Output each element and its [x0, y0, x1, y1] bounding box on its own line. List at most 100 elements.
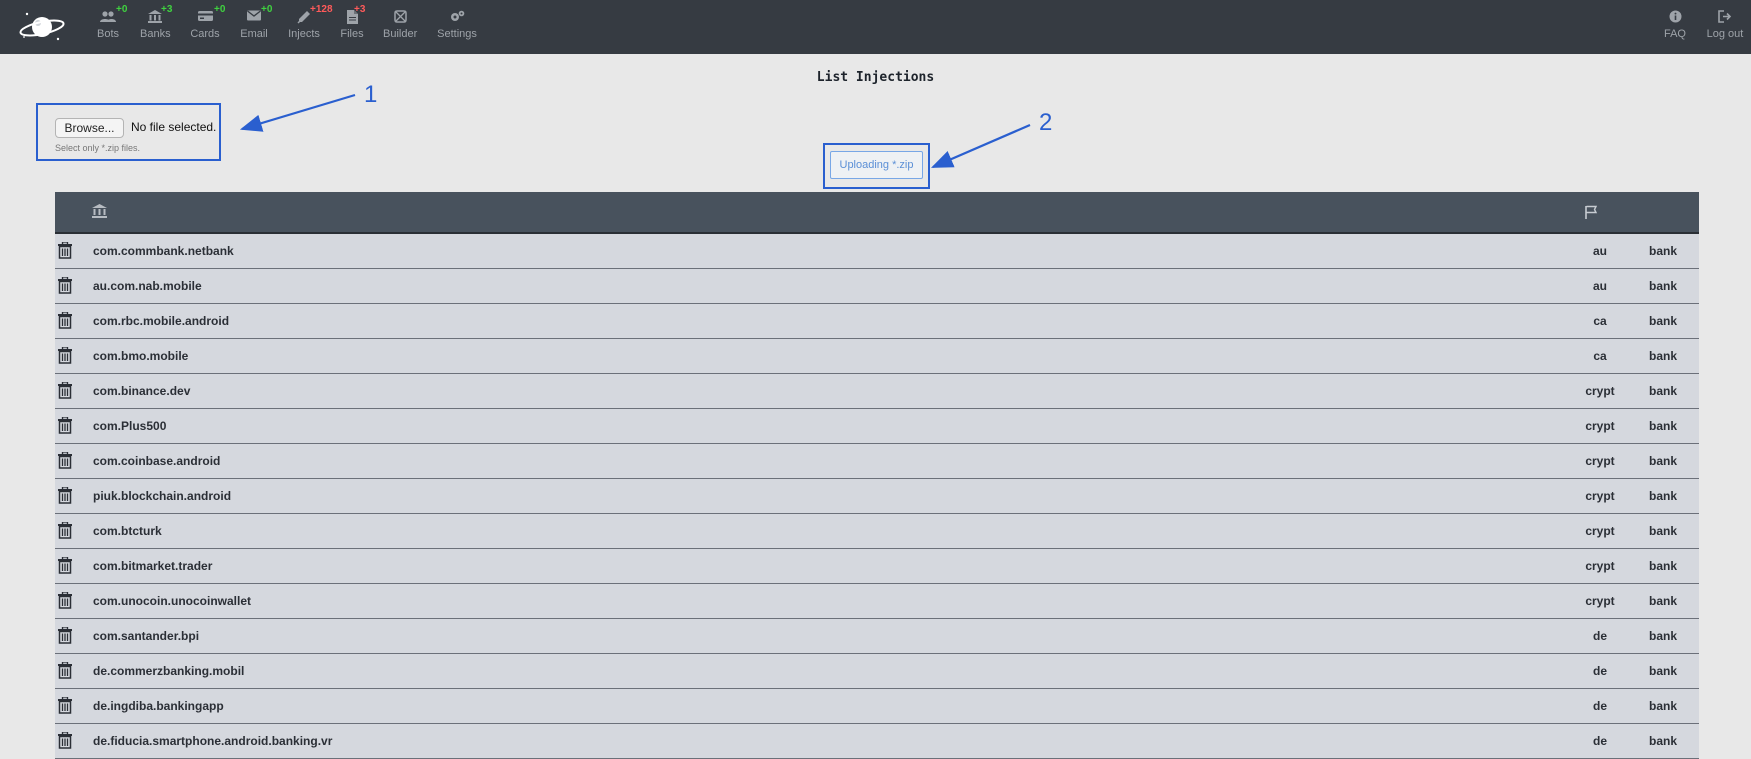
file-hint: Select only *.zip files. [55, 143, 141, 153]
annotation-arrow-2 [930, 123, 1031, 169]
inject-type: bank [1648, 664, 1677, 678]
trash-icon[interactable] [58, 416, 72, 434]
country-code: ca [1593, 314, 1607, 328]
table-row: com.coinbase.android crypt bank [55, 444, 1699, 479]
trash-icon[interactable] [58, 486, 72, 504]
table-row: com.unocoin.unocoinwallet crypt bank [55, 584, 1699, 619]
inject-type: bank [1648, 314, 1677, 328]
top-navbar: Bots +0 Banks +3 Cards +0 Email +0 Injec… [0, 0, 1751, 54]
country-code: crypt [1585, 384, 1615, 398]
file-status: No file selected. [131, 120, 217, 134]
trash-icon[interactable] [58, 556, 72, 574]
browse-button[interactable]: Browse... [55, 118, 124, 138]
country-code: de [1592, 629, 1607, 643]
country-code: au [1592, 244, 1607, 258]
package-name: piuk.blockchain.android [93, 489, 232, 503]
package-name: com.unocoin.unocoinwallet [93, 594, 252, 608]
nav-logout[interactable]: Log out [1706, 10, 1744, 46]
bank-column-icon [92, 204, 107, 223]
country-code: de [1592, 699, 1607, 713]
trash-icon[interactable] [58, 346, 72, 364]
annotation-label-2: 2 [1039, 109, 1052, 136]
annotation-label-1: 1 [364, 81, 377, 108]
trash-icon[interactable] [58, 661, 72, 679]
trash-icon[interactable] [58, 521, 72, 539]
flag-column-icon [1584, 205, 1598, 224]
nav-banks[interactable]: Banks +3 [140, 4, 172, 46]
trash-icon[interactable] [58, 591, 72, 609]
page-title: List Injections [816, 70, 935, 85]
table-row: de.fiducia.smartphone.android.banking.vr… [55, 724, 1699, 759]
nav-settings[interactable]: Settings [437, 10, 477, 46]
nav-cards-badge: +0 [214, 4, 226, 15]
table-row: de.commerzbanking.mobil de bank [55, 654, 1699, 689]
trash-icon[interactable] [58, 731, 72, 749]
package-name: com.binance.dev [93, 384, 191, 398]
nav-bots[interactable]: Bots +0 [96, 4, 127, 46]
table-row: de.ingdiba.bankingapp de bank [55, 689, 1699, 724]
package-name: com.Plus500 [93, 419, 167, 433]
nav-logout-label: Log out [1706, 28, 1744, 40]
package-name: de.ingdiba.bankingapp [93, 699, 224, 713]
nav-files-badge: +3 [354, 4, 366, 15]
trash-icon[interactable] [58, 276, 72, 294]
trash-icon[interactable] [58, 381, 72, 399]
inject-type: bank [1648, 419, 1677, 433]
inject-type: bank [1648, 384, 1677, 398]
nav-banks-badge: +3 [161, 4, 173, 15]
nav-banks-label: Banks [140, 28, 171, 40]
inject-type: bank [1648, 734, 1677, 748]
package-name: au.com.nab.mobile [93, 279, 202, 293]
table-row: com.santander.bpi de bank [55, 619, 1699, 654]
nav-injects-badge: +128 [310, 4, 333, 15]
inject-type: bank [1648, 244, 1677, 258]
table-row: piuk.blockchain.android crypt bank [55, 479, 1699, 514]
nav-injects-label: Injects [288, 28, 320, 40]
nav-files[interactable]: Files +3 [340, 4, 365, 46]
package-name: com.commbank.netbank [93, 244, 234, 258]
nav-cards-label: Cards [190, 28, 220, 40]
package-name: com.bitmarket.trader [93, 559, 213, 573]
country-code: crypt [1585, 524, 1615, 538]
package-name: de.fiducia.smartphone.android.banking.vr [93, 734, 333, 748]
country-code: crypt [1585, 559, 1615, 573]
nav-injects[interactable]: Injects +128 [288, 4, 332, 46]
logout-icon [1706, 10, 1744, 24]
nav-bots-badge: +0 [116, 4, 128, 15]
inject-type: bank [1648, 279, 1677, 293]
nav-email-label: Email [240, 28, 268, 40]
trash-icon[interactable] [58, 696, 72, 714]
package-name: de.commerzbanking.mobil [93, 664, 245, 678]
upload-zip-button[interactable]: Uploading *.zip [830, 151, 923, 179]
nav-builder[interactable]: Builder [383, 10, 417, 46]
country-code: ca [1593, 349, 1607, 363]
table-row: com.rbc.mobile.android ca bank [55, 304, 1699, 339]
trash-icon[interactable] [58, 241, 72, 259]
nav-faq-label: FAQ [1663, 28, 1686, 40]
package-name: com.santander.bpi [93, 629, 200, 643]
table-row: com.bmo.mobile ca bank [55, 339, 1699, 374]
country-code: crypt [1585, 419, 1615, 433]
injections-table: com.commbank.netbank au bank au.com.nab.mob… [55, 192, 1699, 759]
package-name: com.bmo.mobile [93, 349, 189, 363]
nav-email-badge: +0 [261, 4, 273, 15]
table-row: com.btcturk crypt bank [55, 514, 1699, 549]
nav-cards[interactable]: Cards +0 [190, 4, 225, 46]
trash-icon[interactable] [58, 626, 72, 644]
country-code: de [1592, 664, 1607, 678]
inject-type: bank [1648, 629, 1677, 643]
table-header [55, 192, 1699, 234]
info-icon [1662, 10, 1688, 24]
planet-logo-icon[interactable] [18, 6, 66, 48]
country-code: crypt [1585, 594, 1615, 608]
table-row: com.Plus500 crypt bank [55, 409, 1699, 444]
upload-button-group: Uploading *.zip [823, 143, 930, 189]
inject-type: bank [1648, 489, 1677, 503]
nav-faq[interactable]: FAQ [1662, 10, 1688, 46]
gears-icon [437, 10, 477, 24]
annotation-arrow-1 [239, 93, 356, 132]
nav-builder-label: Builder [383, 28, 418, 40]
trash-icon[interactable] [58, 451, 72, 469]
trash-icon[interactable] [58, 311, 72, 329]
nav-email[interactable]: Email +0 [240, 4, 272, 46]
